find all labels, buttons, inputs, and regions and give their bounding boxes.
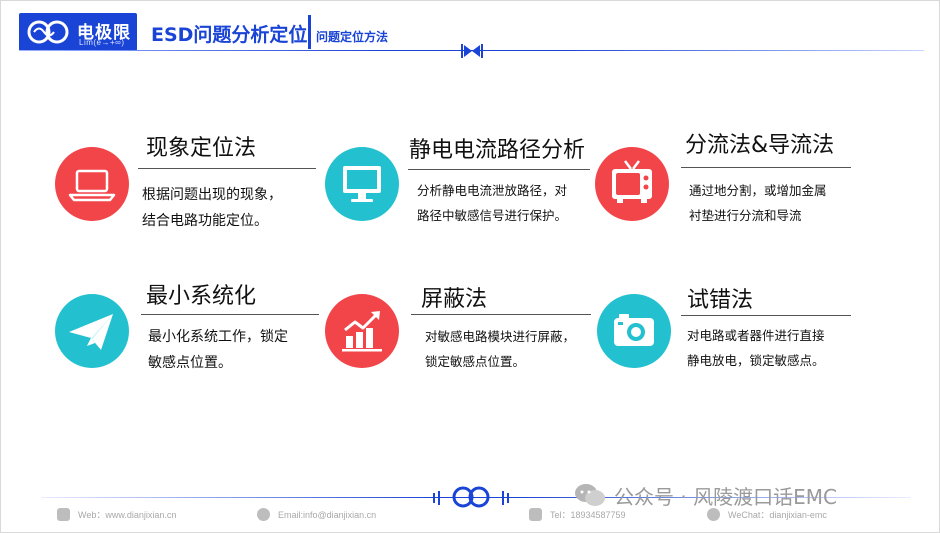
item-title-current-path: 静电电流路径分析 (409, 138, 586, 163)
camera-icon (597, 294, 671, 368)
footer-tick-right-icon (502, 491, 509, 505)
watermark-text: 公众号 · 风陵渡口话EMC (614, 484, 837, 509)
footer-web: Web：www.dianjixian.cn (57, 508, 176, 521)
watermark: 公众号 · 风陵渡口话EMC (574, 480, 837, 510)
item-title-minimal-system: 最小系统化 (146, 284, 257, 309)
item-desc-shunt: 通过地分割，或增加金属 衬垫进行分流和导流 (689, 183, 827, 223)
footer-email: Email:info@dianjixian.cn (257, 508, 376, 521)
email-icon (257, 508, 270, 521)
item-title-phenomenon: 现象定位法 (146, 136, 257, 161)
phone-icon (529, 508, 542, 521)
item-rule (138, 168, 316, 169)
item-desc-shielding: 对敏感电路模块进行屏蔽， 锁定敏感点位置。 (425, 329, 576, 369)
item-title-shielding: 屏蔽法 (421, 287, 488, 312)
item-rule (411, 314, 591, 315)
item-desc-trial-error: 对电路或者器件进行直接 静电放电，锁定敏感点。 (687, 328, 825, 368)
item-desc-phenomenon: 根据问题出现的现象， 结合电路功能定位。 (142, 187, 282, 229)
footer-email-text: Email:info@dianjixian.cn (278, 509, 377, 520)
chart-growth-icon (325, 294, 399, 368)
brand-logo: 电极限 Lim(e→+∞) (19, 13, 137, 51)
slide: 电极限 Lim(e→+∞) ESD问题分析定位 问题定位方法 现象定位法 根据问… (0, 0, 940, 533)
paper-plane-icon (55, 294, 129, 368)
bowtie-ornament-icon (461, 44, 483, 58)
item-title-shunt: 分流法&导流法 (685, 133, 835, 158)
item-rule (681, 315, 851, 316)
page-subtitle: 问题定位方法 (316, 30, 389, 44)
web-icon (57, 508, 70, 521)
title-divider (308, 15, 311, 49)
footer-web-text: Web：www.dianjixian.cn (78, 510, 177, 520)
logo-subtext: Lim(e→+∞) (79, 38, 125, 47)
item-rule (681, 167, 851, 168)
laptop-icon (55, 147, 129, 221)
item-title-trial-error: 试错法 (687, 288, 754, 313)
footer-infinity-logo-icon (452, 486, 490, 508)
wechat-bubble-icon (575, 484, 605, 506)
page-title: ESD问题分析定位 (151, 24, 308, 46)
item-rule (408, 169, 590, 170)
item-desc-minimal-system: 最小化系统工作，锁定 敏感点位置。 (148, 329, 288, 371)
infinity-logo-icon (27, 20, 69, 44)
footer-tick-left-icon (433, 491, 440, 505)
tv-icon (595, 147, 669, 221)
monitor-icon (325, 147, 399, 221)
item-desc-current-path: 分析静电电流泄放路径，对 路径中敏感信号进行保护。 (417, 183, 568, 223)
item-rule (141, 314, 319, 315)
